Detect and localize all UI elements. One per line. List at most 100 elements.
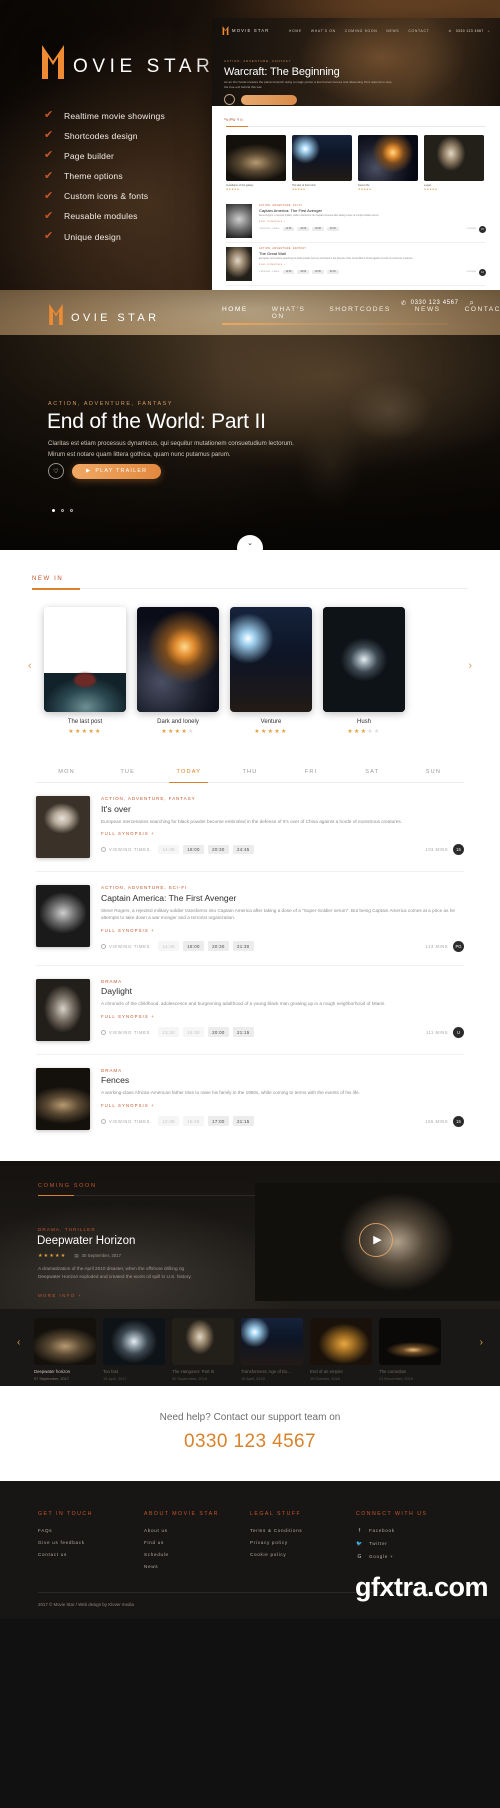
social-link-facebook[interactable]: f Facebook: [356, 1528, 462, 1534]
movie-card-rating: ★★★★★: [254, 729, 288, 735]
carousel-item[interactable]: Transformers: Age of Ex... 15 April, 201…: [241, 1317, 303, 1381]
chevron-right-icon[interactable]: ›: [468, 660, 472, 672]
footer-link-about-us[interactable]: About us: [144, 1528, 250, 1533]
time-chip[interactable]: 24:45: [232, 844, 254, 855]
mock-phone-number: 0330 123 4567: [455, 28, 484, 33]
showing-title[interactable]: Daylight: [101, 986, 464, 996]
carousel-items: Deepwater horizon 07 September, 2017 Too…: [0, 1309, 500, 1381]
mock-showing-row: ACTION, ADVENTURE, SCI-FI Captain Americ…: [226, 200, 486, 243]
slider-dot[interactable]: [70, 509, 73, 512]
social-link-twitter[interactable]: 🐦 Twitter: [356, 1541, 462, 1547]
footer-link-find-us[interactable]: Find us: [144, 1540, 250, 1545]
showing-poster[interactable]: [36, 978, 90, 1041]
more-info-link[interactable]: MORE INFO +: [38, 1293, 82, 1298]
support-phone-number[interactable]: 0330 123 4567: [0, 1431, 500, 1453]
movie-poster: [137, 607, 219, 712]
coming-soon-feature: COMING SOON DRAMA, THRILLER Deepwater Ho…: [0, 1160, 500, 1309]
chevron-left-icon[interactable]: ‹: [28, 660, 32, 672]
footer-link-faqs[interactable]: FAQs: [38, 1528, 144, 1533]
carousel-item[interactable]: The Hangover: Part III 30 September, 201…: [172, 1317, 234, 1381]
chevron-right-icon[interactable]: ›: [480, 1337, 483, 1348]
carousel-item[interactable]: Too fast 15 April, 2017: [103, 1317, 165, 1381]
footer-link-feedback[interactable]: Give us feedback: [38, 1540, 144, 1545]
time-chip[interactable]: 13:30: [158, 1027, 180, 1037]
time-chip[interactable]: 18:00: [183, 941, 204, 951]
showing-title[interactable]: It's over: [101, 804, 464, 814]
mock-poster: [226, 135, 286, 181]
time-chip[interactable]: 21:15: [232, 1116, 254, 1126]
play-button[interactable]: ▶: [359, 1222, 393, 1257]
time-chip[interactable]: 15:45: [183, 1116, 204, 1126]
support-question: Need help? Contact our support team on: [159, 1411, 341, 1423]
viewing-times-list: 12:45 15:45 17:00 21:15: [158, 1116, 254, 1126]
tab-today[interactable]: TODAY: [158, 769, 219, 783]
day-tabs: MON TUE TODAY THU FRI SAT SUN: [36, 769, 464, 783]
footer-link-cookie[interactable]: Cookie policy: [250, 1552, 356, 1557]
time-chip[interactable]: 17:00: [207, 1116, 229, 1126]
movie-card[interactable]: The last post ★★★★★: [44, 607, 126, 735]
movie-card[interactable]: Venture ★★★★★: [230, 607, 312, 735]
time-chip[interactable]: 21:30: [232, 941, 254, 951]
showing-duration: 123 MINS: [425, 943, 448, 949]
time-chip[interactable]: 12:45: [158, 1116, 180, 1126]
site-logo[interactable]: OVIE STAR: [48, 304, 159, 325]
tab-thu[interactable]: THU: [219, 769, 280, 782]
slider-dot[interactable]: [61, 509, 64, 512]
social-link-google-plus[interactable]: G Google +: [356, 1554, 462, 1560]
nav-item-contact[interactable]: CONTACT: [465, 306, 500, 326]
time-chip[interactable]: 20:30: [207, 844, 229, 855]
slider-dot-active[interactable]: [52, 509, 55, 512]
footer-link-terms[interactable]: Terms & Conditions: [250, 1528, 356, 1533]
mock-menu: HOME WHAT'S ON COMING SOON NEWS CONTACT: [289, 29, 430, 33]
carousel-title: Too fast: [103, 1368, 119, 1374]
time-chip[interactable]: 18:00: [183, 844, 204, 855]
search-icon[interactable]: ⌕: [470, 298, 474, 308]
mock-hero-title: Warcraft: The Beginning: [224, 66, 340, 78]
showing-poster[interactable]: [36, 796, 90, 858]
play-icon: ▶: [373, 1234, 382, 1247]
footer-column-social: CONNECT WITH US f Facebook 🐦 Twitter G G…: [356, 1511, 462, 1576]
movie-card[interactable]: Hush ★★★★★: [323, 607, 405, 735]
tab-mon[interactable]: MON: [36, 769, 97, 782]
time-chip[interactable]: 20:30: [207, 941, 229, 951]
time-chip[interactable]: 21:15: [232, 1027, 254, 1037]
footer-link-privacy[interactable]: Privacy policy: [250, 1540, 356, 1545]
play-trailer-button[interactable]: ▶ PLAY TRAILER: [72, 463, 162, 479]
hero-slider-dots[interactable]: [52, 509, 73, 512]
new-in-header: NEW IN: [32, 576, 468, 590]
showing-poster[interactable]: [36, 1067, 90, 1130]
time-chip[interactable]: 20:00: [207, 1027, 229, 1037]
full-synopsis-link[interactable]: FULL SYNOPSIS +: [101, 1103, 464, 1108]
time-chip[interactable]: 14:45: [158, 844, 180, 855]
footer-link-contact-us[interactable]: Contact us: [38, 1552, 144, 1557]
footer-link-news[interactable]: News: [144, 1564, 250, 1569]
tab-fri[interactable]: FRI: [281, 769, 342, 782]
full-synopsis-link[interactable]: FULL SYNOPSIS +: [101, 831, 464, 836]
mock-row-rating: 12: [479, 268, 486, 276]
movie-card-title: Venture: [260, 719, 282, 725]
footer-link-schedule[interactable]: Schedule: [144, 1552, 250, 1557]
movie-card[interactable]: Dark and lonely ★★★★★: [137, 607, 219, 735]
tab-sat[interactable]: SAT: [342, 769, 403, 782]
movie-card-rating: ★★★★★: [161, 729, 195, 735]
feature-item: ✔ Unique design: [44, 231, 165, 242]
tab-sun[interactable]: SUN: [403, 769, 464, 782]
info-icon[interactable]: ♡: [48, 463, 64, 479]
showing-title[interactable]: Fences: [101, 1075, 464, 1085]
clock-icon: [101, 943, 106, 949]
full-synopsis-link[interactable]: FULL SYNOPSIS +: [101, 1014, 464, 1019]
time-chip[interactable]: 16:30: [183, 1027, 204, 1037]
nav-phone[interactable]: ✆ 0330 123 4567: [401, 300, 458, 307]
carousel-item[interactable]: Deepwater horizon 07 September, 2017: [34, 1317, 96, 1381]
showing-poster[interactable]: [36, 885, 90, 947]
showing-title[interactable]: Captain America: The First Avenger: [101, 893, 464, 903]
full-synopsis-link[interactable]: FULL SYNOPSIS +: [101, 928, 464, 933]
carousel-item[interactable]: End of an empire 19 October, 2018: [310, 1317, 372, 1381]
time-chip[interactable]: 14:45: [158, 941, 180, 951]
play-trailer-label: PLAY TRAILER: [95, 468, 148, 474]
info-icon: [224, 94, 235, 105]
tab-tue[interactable]: TUE: [97, 769, 158, 782]
feature-item: ✔ Custom icons & fonts: [44, 190, 165, 202]
carousel-item[interactable]: The comedian 21 November, 2018: [379, 1317, 441, 1381]
chevron-left-icon[interactable]: ‹: [17, 1337, 20, 1348]
